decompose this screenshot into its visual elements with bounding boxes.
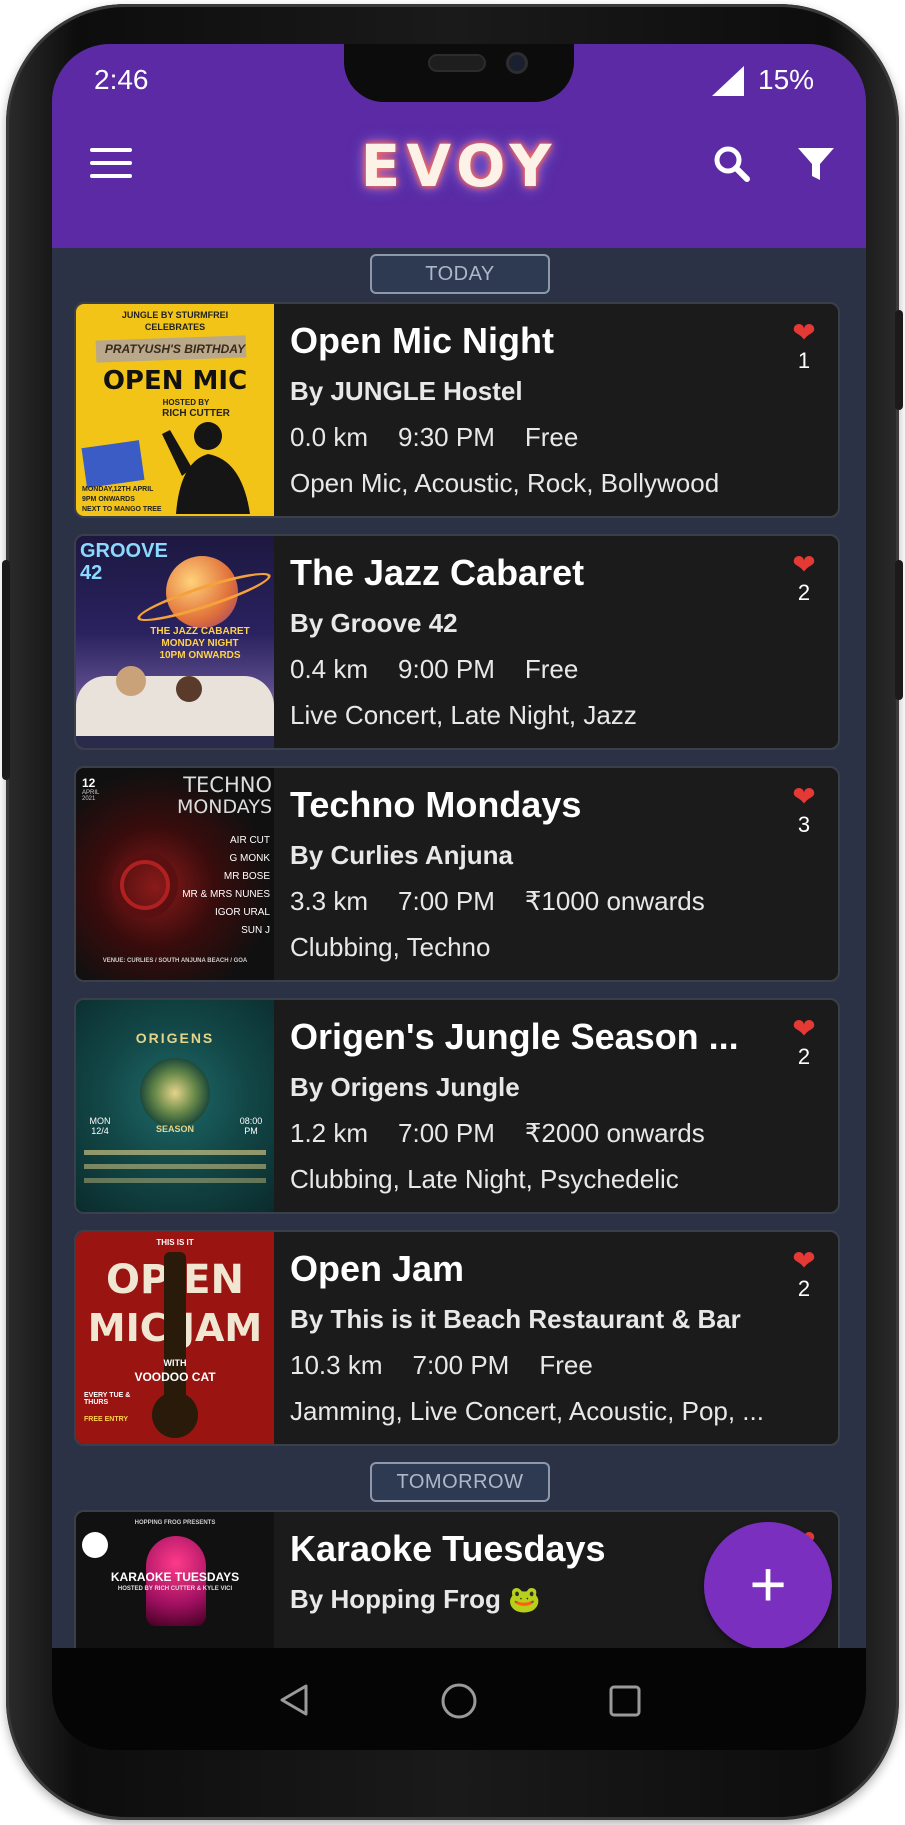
- like-count: 3: [797, 812, 811, 837]
- event-card[interactable]: GROOVE 42 THE JAZZ CABARET MONDAY NIGHT …: [74, 534, 840, 750]
- like-button[interactable]: ❤ 1: [784, 318, 824, 374]
- event-info: Open Jam By This is it Beach Restaurant …: [290, 1232, 838, 1444]
- event-meta: 3.3 km 7:00 PM ₹1000 onwards: [290, 886, 735, 917]
- event-time: 7:00 PM: [412, 1350, 510, 1380]
- event-title: Techno Mondays: [290, 784, 582, 825]
- event-title: Karaoke Tuesdays: [290, 1528, 606, 1569]
- event-tags: Jamming, Live Concert, Acoustic, Pop, ..…: [290, 1396, 764, 1426]
- mandala: [140, 1058, 210, 1128]
- event-host: By JUNGLE Hostel: [290, 376, 523, 406]
- heart-icon: ❤: [792, 549, 816, 580]
- notch: [344, 44, 574, 102]
- status-time: 2:46: [94, 64, 149, 95]
- like-count: 2: [797, 1276, 811, 1301]
- heart-icon: ❤: [792, 1245, 816, 1276]
- search-icon[interactable]: [712, 144, 752, 184]
- back-icon[interactable]: [276, 1682, 312, 1718]
- battery-level: 15%: [758, 64, 815, 95]
- event-time: 7:00 PM: [398, 1118, 495, 1148]
- like-button[interactable]: ❤ 2: [784, 550, 824, 606]
- event-card[interactable]: THIS IS IT OP EN MIC JAM WITH VOODOO CAT…: [74, 1230, 840, 1446]
- like-button[interactable]: ❤ 2: [784, 1246, 824, 1302]
- section-header-tomorrow: TOMORROW: [370, 1462, 550, 1502]
- menu-icon[interactable]: [90, 148, 132, 178]
- side-button: [895, 560, 903, 700]
- artist-list: AIR CUT G MONK MR BOSE MR & MRS NUNES IG…: [182, 835, 270, 936]
- event-distance: 1.2 km: [290, 1118, 369, 1148]
- event-price: ₹2000 onwards: [524, 1118, 705, 1148]
- event-meta: 0.4 km 9:00 PM Free: [290, 654, 608, 685]
- event-meta: 1.2 km 7:00 PM ₹2000 onwards: [290, 1118, 735, 1149]
- badge: [82, 1532, 108, 1558]
- system-nav-bar: [52, 1648, 866, 1750]
- add-event-button[interactable]: +: [704, 1522, 832, 1650]
- heart-icon: ❤: [792, 317, 816, 348]
- event-info: Origen's Jungle Season ... By Origens Ju…: [290, 1000, 838, 1212]
- event-distance: 0.0 km: [290, 422, 369, 452]
- like-count: 2: [797, 580, 811, 605]
- volume-button: [2, 560, 10, 780]
- event-host: By Groove 42: [290, 608, 458, 638]
- event-time: 9:00 PM: [398, 654, 495, 684]
- app-logo: EVOY: [360, 132, 558, 200]
- event-price: ₹1000 onwards: [524, 886, 705, 916]
- event-time: 9:30 PM: [398, 422, 495, 452]
- event-title: Open Mic Night: [290, 320, 554, 361]
- event-title: Open Jam: [290, 1248, 465, 1289]
- event-price: Free: [524, 422, 579, 452]
- filter-icon[interactable]: [796, 144, 836, 184]
- event-title: The Jazz Cabaret: [290, 552, 585, 593]
- event-poster: JUNGLE BY STURMFREI CELEBRATES PRATYUSH'…: [76, 304, 274, 516]
- front-camera: [506, 52, 528, 74]
- event-poster: GROOVE 42 THE JAZZ CABARET MONDAY NIGHT …: [76, 536, 274, 748]
- phone-frame: 2:46 15% EVOY TODAY JUNGLE BY STURMFREI: [2, 4, 903, 1820]
- event-poster: HOPPING FROG PRESENTS KARAOKE TUESDAYS H…: [76, 1512, 274, 1648]
- like-count: 1: [797, 348, 811, 373]
- event-poster: ORIGENS SEASON MON 12/4 08:00 PM: [76, 1000, 274, 1212]
- screen: 2:46 15% EVOY TODAY JUNGLE BY STURMFREI: [52, 44, 866, 1750]
- event-list[interactable]: TODAY JUNGLE BY STURMFREI CELEBRATES PRA…: [52, 248, 866, 1648]
- like-count: 2: [797, 1044, 811, 1069]
- event-info: Open Mic Night By JUNGLE Hostel 0.0 km 9:…: [290, 304, 838, 516]
- app-bar: 2:46 15% EVOY: [52, 44, 866, 248]
- heart-icon: ❤: [792, 781, 816, 812]
- event-tags: Clubbing, Techno: [290, 932, 491, 962]
- event-info: Techno Mondays By Curlies Anjuna 3.3 km 7…: [290, 768, 838, 980]
- event-tags: Live Concert, Late Night, Jazz: [290, 700, 637, 730]
- event-distance: 0.4 km: [290, 654, 369, 684]
- car-illustration: [76, 676, 274, 736]
- event-host: By Curlies Anjuna: [290, 840, 513, 870]
- section-header-today: TODAY: [370, 254, 550, 294]
- event-host: By Origens Jungle: [290, 1072, 520, 1102]
- home-icon[interactable]: [440, 1682, 478, 1720]
- event-poster: 12 APRIL 2021 TECHNO MONDAYS AIR CUT G M…: [76, 768, 274, 980]
- event-card[interactable]: ORIGENS SEASON MON 12/4 08:00 PM Origen'…: [74, 998, 840, 1214]
- like-button[interactable]: ❤ 2: [784, 1014, 824, 1070]
- event-tags: Clubbing, Late Night, Psychedelic: [290, 1164, 679, 1194]
- like-button[interactable]: ❤ 3: [784, 782, 824, 838]
- speaker: [428, 54, 486, 72]
- event-poster: THIS IS IT OP EN MIC JAM WITH VOODOO CAT…: [76, 1232, 274, 1444]
- event-time: 7:00 PM: [398, 886, 495, 916]
- event-meta: 10.3 km 7:00 PM Free: [290, 1350, 623, 1381]
- event-tags: Open Mic, Acoustic, Rock, Bollywood: [290, 468, 720, 498]
- power-button: [895, 310, 903, 410]
- event-distance: 10.3 km: [290, 1350, 383, 1380]
- signal-icon: [712, 66, 744, 96]
- event-price: Free: [524, 654, 579, 684]
- event-price: Free: [539, 1350, 593, 1380]
- rose-illustration: [120, 860, 170, 910]
- recents-icon[interactable]: [608, 1684, 642, 1718]
- event-info: The Jazz Cabaret By Groove 42 0.4 km 9:00…: [290, 536, 838, 748]
- event-host: By Hopping Frog 🐸: [290, 1584, 541, 1614]
- event-card[interactable]: 12 APRIL 2021 TECHNO MONDAYS AIR CUT G M…: [74, 766, 840, 982]
- heart-icon: ❤: [792, 1013, 816, 1044]
- event-card[interactable]: JUNGLE BY STURMFREI CELEBRATES PRATYUSH'…: [74, 302, 840, 518]
- sticker: [81, 440, 145, 488]
- event-meta: 0.0 km 9:30 PM Free: [290, 422, 608, 453]
- event-title: Origen's Jungle Season ...: [290, 1016, 739, 1057]
- event-host: By This is it Beach Restaurant & Bar: [290, 1304, 741, 1334]
- event-distance: 3.3 km: [290, 886, 369, 916]
